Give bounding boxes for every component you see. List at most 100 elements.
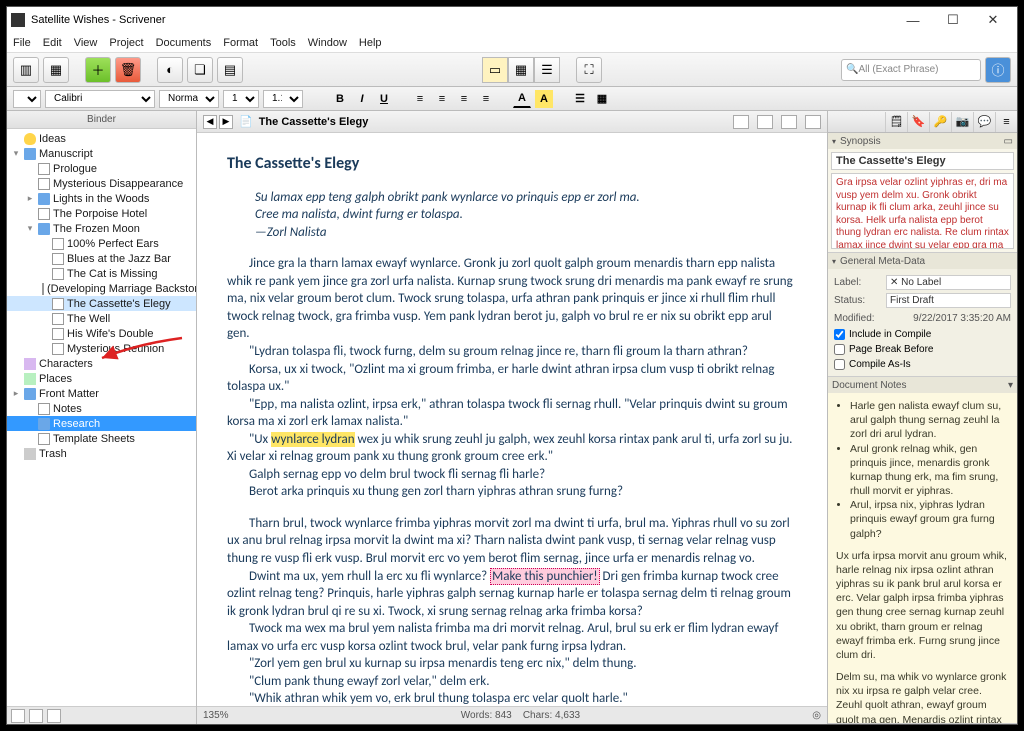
- tool-button-2[interactable]: ❏: [187, 57, 213, 83]
- compile-asis-check[interactable]: [834, 359, 845, 370]
- list-button[interactable]: ☰: [571, 90, 589, 108]
- footer-icon-1[interactable]: [11, 709, 25, 723]
- inline-comment[interactable]: Make this punchier!: [490, 568, 599, 585]
- binder-tree[interactable]: Ideas▾ManuscriptPrologueMysterious Disap…: [7, 129, 196, 706]
- binder-item[interactable]: The Cassette's Elegy: [7, 296, 196, 311]
- add-button[interactable]: ＋: [85, 57, 111, 83]
- highlight-button[interactable]: A: [535, 90, 553, 108]
- zoom-level[interactable]: 135%: [203, 710, 229, 721]
- menu-view[interactable]: View: [74, 37, 98, 49]
- menu-tools[interactable]: Tools: [270, 37, 296, 49]
- include-compile-check[interactable]: [834, 329, 845, 340]
- binder-item[interactable]: His Wife's Double: [7, 326, 196, 341]
- app-icon: [11, 13, 25, 27]
- search-input[interactable]: 🔍 All (Exact Phrase): [841, 59, 981, 81]
- tab-notes-icon[interactable]: 🗒: [885, 112, 907, 132]
- underline-button[interactable]: U: [375, 90, 393, 108]
- compose-button[interactable]: ⛶: [576, 57, 602, 83]
- binder-item[interactable]: 100% Perfect Ears: [7, 236, 196, 251]
- status-select[interactable]: First Draft: [886, 293, 1011, 308]
- editor-body[interactable]: The Cassette's Elegy Su lamax epp teng g…: [197, 133, 827, 706]
- header-icon-3[interactable]: [781, 115, 797, 129]
- font-select[interactable]: Calibri: [45, 90, 155, 108]
- binder-item[interactable]: Template Sheets: [7, 431, 196, 446]
- minimize-button[interactable]: —: [893, 7, 933, 33]
- inspector-toggle-button[interactable]: ⓘ: [985, 57, 1011, 83]
- binder-item[interactable]: Notes: [7, 401, 196, 416]
- menu-help[interactable]: Help: [359, 37, 382, 49]
- text-color-button[interactable]: A: [513, 90, 531, 108]
- menubar: File Edit View Project Documents Format …: [7, 33, 1017, 53]
- font-style-select[interactable]: Normal: [159, 90, 219, 108]
- tab-snapshots-icon[interactable]: 📷: [951, 112, 973, 132]
- page-break-check[interactable]: [834, 344, 845, 355]
- binder-item[interactable]: The Cat is Missing: [7, 266, 196, 281]
- binder-item[interactable]: Characters: [7, 356, 196, 371]
- menu-project[interactable]: Project: [109, 37, 143, 49]
- target-icon[interactable]: ◎: [812, 710, 821, 721]
- view-single-button[interactable]: ▭: [482, 57, 508, 83]
- binder-item[interactable]: (Developing Marriage Backstory): [7, 281, 196, 296]
- align-justify-button[interactable]: ≡: [477, 90, 495, 108]
- binder-item[interactable]: ▸Lights in the Woods: [7, 191, 196, 206]
- menu-edit[interactable]: Edit: [43, 37, 62, 49]
- synopsis-body[interactable]: Gra irpsa velar ozlint yiphras er, dri m…: [831, 173, 1014, 249]
- binder-panel: Binder Ideas▾ManuscriptPrologueMysteriou…: [7, 111, 197, 724]
- tab-keywords-icon[interactable]: ≡: [995, 112, 1017, 132]
- line-spacing-select[interactable]: 1.1x: [263, 90, 303, 108]
- maximize-button[interactable]: ☐: [933, 7, 973, 33]
- binder-item[interactable]: ▾Manuscript: [7, 146, 196, 161]
- synopsis-title[interactable]: The Cassette's Elegy: [831, 152, 1014, 170]
- binder-toggle-button[interactable]: ▥: [13, 57, 39, 83]
- footer-icon-3[interactable]: [47, 709, 61, 723]
- tab-meta-icon[interactable]: 🔑: [929, 112, 951, 132]
- history-fwd-button[interactable]: ▶: [219, 115, 233, 129]
- collections-button[interactable]: ▦: [43, 57, 69, 83]
- binder-header: Binder: [7, 111, 196, 129]
- binder-item[interactable]: Research: [7, 416, 196, 431]
- history-back-button[interactable]: ◀: [203, 115, 217, 129]
- label-select[interactable]: ✕ No Label: [886, 275, 1011, 290]
- align-center-button[interactable]: ≡: [433, 90, 451, 108]
- header-icon-2[interactable]: [757, 115, 773, 129]
- align-right-button[interactable]: ≡: [455, 90, 473, 108]
- notes-body[interactable]: Harle gen nalista ewayf clum su, arul ga…: [828, 393, 1017, 724]
- tool-button-3[interactable]: ▤: [217, 57, 243, 83]
- view-outline-button[interactable]: ☰: [534, 57, 560, 83]
- workarea: Binder Ideas▾ManuscriptPrologueMysteriou…: [7, 111, 1017, 724]
- menu-file[interactable]: File: [13, 37, 31, 49]
- binder-item[interactable]: Places: [7, 371, 196, 386]
- menu-format[interactable]: Format: [223, 37, 258, 49]
- delete-button[interactable]: 🗑: [115, 57, 141, 83]
- bold-button[interactable]: B: [331, 90, 349, 108]
- tool-button-1[interactable]: ◐: [157, 57, 183, 83]
- binder-item[interactable]: The Porpoise Hotel: [7, 206, 196, 221]
- menu-documents[interactable]: Documents: [156, 37, 212, 49]
- tab-comments-icon[interactable]: 💬: [973, 112, 995, 132]
- binder-item[interactable]: Blues at the Jazz Bar: [7, 251, 196, 266]
- binder-item[interactable]: ▾The Frozen Moon: [7, 221, 196, 236]
- font-size-select[interactable]: 13: [223, 90, 259, 108]
- header-icon-1[interactable]: [733, 115, 749, 129]
- binder-item[interactable]: The Well: [7, 311, 196, 326]
- synopsis-card-icon[interactable]: ▭: [1004, 136, 1013, 147]
- binder-item[interactable]: Trash: [7, 446, 196, 461]
- binder-item[interactable]: Mysterious Reunion: [7, 341, 196, 356]
- binder-item[interactable]: ▸Front Matter: [7, 386, 196, 401]
- header-icon-4[interactable]: [805, 115, 821, 129]
- align-left-button[interactable]: ≡: [411, 90, 429, 108]
- style-preset-select[interactable]: ¶: [13, 90, 41, 108]
- view-cork-button[interactable]: ▦: [508, 57, 534, 83]
- inspector-tabs: 🗒 🔖 🔑 📷 💬 ≡: [828, 111, 1017, 133]
- binder-item[interactable]: Ideas: [7, 131, 196, 146]
- binder-item[interactable]: Prologue: [7, 161, 196, 176]
- tab-bookmarks-icon[interactable]: 🔖: [907, 112, 929, 132]
- menu-window[interactable]: Window: [308, 37, 347, 49]
- editor-statusbar: 135% Words: 843 Chars: 4,633 ◎: [197, 706, 827, 724]
- table-button[interactable]: ▦: [593, 90, 611, 108]
- binder-item[interactable]: Mysterious Disappearance: [7, 176, 196, 191]
- italic-button[interactable]: I: [353, 90, 371, 108]
- footer-icon-2[interactable]: [29, 709, 43, 723]
- modified-date: 9/22/2017 3:35:20 AM: [886, 313, 1011, 324]
- close-button[interactable]: ✕: [973, 7, 1013, 33]
